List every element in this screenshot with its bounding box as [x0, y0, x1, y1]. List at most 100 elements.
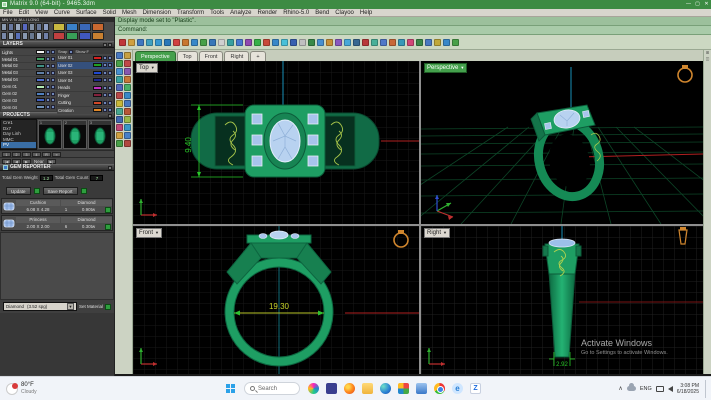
thumbnail-tab[interactable]: 2 — [64, 121, 86, 125]
right-toolbar-strip[interactable]: ⊞◫ — [703, 50, 711, 374]
toolbar-icon[interactable] — [389, 39, 396, 46]
layer-color-swatch[interactable] — [93, 78, 102, 82]
toolbar-icon[interactable] — [116, 116, 123, 123]
layer-row[interactable]: Heads — [57, 84, 113, 91]
tool-icon[interactable] — [29, 32, 35, 40]
layer-lock-toggle[interactable] — [108, 63, 112, 67]
viewport-tab[interactable]: Front — [199, 51, 224, 61]
menu-item[interactable]: Render — [255, 10, 281, 16]
layer-color-swatch[interactable] — [36, 98, 45, 102]
layer-color-swatch[interactable] — [93, 101, 102, 105]
panel-button[interactable] — [108, 166, 112, 170]
layer-color-swatch[interactable] — [93, 108, 102, 112]
front-view-canvas[interactable]: 19.30 — [133, 226, 419, 374]
toolbar-icon[interactable] — [398, 39, 405, 46]
project-list-item[interactable]: KHOI THU — [1, 148, 36, 151]
layer-row[interactable]: Gem 04 — [1, 104, 56, 110]
toolbar-icon[interactable] — [263, 39, 270, 46]
toolbar-icon[interactable] — [116, 52, 123, 59]
layer-toggle[interactable] — [103, 56, 107, 60]
layer-lock-toggle[interactable] — [51, 71, 55, 75]
tool-icon[interactable] — [53, 32, 65, 40]
toolbar-icon[interactable] — [124, 60, 131, 67]
toolbar-icon[interactable] — [218, 39, 225, 46]
toolbar-icon[interactable] — [116, 108, 123, 115]
toolbar-icon[interactable] — [362, 39, 369, 46]
layer-lock-toggle[interactable] — [51, 85, 55, 89]
toolbar-icon[interactable] — [116, 100, 123, 107]
viewport-tab[interactable]: Top — [177, 51, 198, 61]
toolbar-icon[interactable] — [124, 68, 131, 75]
layer-color-swatch[interactable] — [36, 85, 45, 89]
taskbar-app-icon[interactable] — [380, 383, 391, 394]
menu-item[interactable]: Bend — [312, 10, 332, 16]
tool-icon[interactable] — [1, 32, 7, 40]
toolbar-icon[interactable] — [236, 39, 243, 46]
project-thumbnail[interactable]: 2 — [63, 120, 87, 149]
layer-lock-toggle[interactable] — [51, 57, 55, 61]
thumb-button[interactable]: 2 — [12, 152, 21, 157]
viewport-top-label[interactable]: Top▼ — [136, 63, 158, 73]
gem-table-row[interactable]: Princess Diamond 2.00 X 2.00 6 0.30tw — [1, 215, 113, 231]
layer-row[interactable]: Creation — [57, 107, 113, 114]
toolbar-icon[interactable] — [191, 39, 198, 46]
toolbar-icon[interactable] — [416, 39, 423, 46]
tool-icon[interactable] — [79, 32, 91, 40]
layer-lock-toggle[interactable] — [108, 93, 112, 97]
layer-color-swatch[interactable] — [93, 56, 102, 60]
show-desktop-button[interactable] — [705, 380, 707, 398]
tool-icon[interactable] — [92, 32, 104, 40]
toolbar-icon[interactable] — [407, 39, 414, 46]
toolbar-icon[interactable] — [434, 39, 441, 46]
layer-toggle[interactable] — [46, 105, 50, 109]
toolbar-icon[interactable] — [116, 124, 123, 131]
taskbar-clock[interactable]: 3:08 PM 6/18/2025 — [677, 383, 699, 395]
layer-toggle[interactable] — [103, 78, 107, 82]
layer-color-swatch[interactable] — [36, 71, 45, 75]
layer-lock-toggle[interactable] — [51, 92, 55, 96]
tool-icon[interactable] — [8, 32, 14, 40]
layer-lock-toggle[interactable] — [108, 56, 112, 60]
menu-item[interactable]: Tools — [207, 10, 227, 16]
layer-toggle[interactable] — [46, 71, 50, 75]
layer-color-swatch[interactable] — [93, 63, 102, 67]
menu-item[interactable]: Edit — [16, 10, 32, 16]
layer-toggle[interactable] — [46, 92, 50, 96]
tool-icon[interactable] — [36, 32, 42, 40]
layer-toggle[interactable] — [103, 101, 107, 105]
toolbar-icon[interactable] — [299, 39, 306, 46]
layer-color-swatch[interactable] — [36, 78, 45, 82]
toolbar-icon[interactable] — [128, 39, 135, 46]
weather-widget[interactable]: 80°F Cloudy — [6, 382, 226, 395]
taskbar-app-icon[interactable] — [344, 383, 355, 394]
gem-table-row[interactable]: Cushion Diamond 6.08 X 4.28 1 0.90tw — [1, 198, 113, 214]
toolbar-icon[interactable] — [116, 140, 123, 147]
menu-item[interactable]: Analyze — [227, 10, 254, 16]
toolbar-icon[interactable] — [335, 39, 342, 46]
menu-item[interactable]: Help — [357, 10, 375, 16]
layer-row[interactable]: Metal 01 — [1, 56, 56, 62]
layer-lock-toggle[interactable] — [108, 78, 112, 82]
layer-color-swatch[interactable] — [36, 64, 45, 68]
layer-toggle[interactable] — [103, 63, 107, 67]
layer-lock-toggle[interactable] — [51, 98, 55, 102]
tool-icon[interactable] — [43, 23, 49, 31]
layer-row[interactable]: User 03 — [57, 69, 113, 76]
tool-icon[interactable] — [15, 32, 21, 40]
taskbar-app-icon[interactable] — [326, 383, 337, 394]
viewport-right-label[interactable]: Right▼ — [424, 228, 450, 238]
toolbar-icon[interactable] — [124, 76, 131, 83]
viewport-front[interactable]: Front▼ 19.30 — [133, 226, 419, 374]
toolbar-icon[interactable] — [137, 39, 144, 46]
toolbar-icon[interactable] — [425, 39, 432, 46]
thumb-button[interactable]: ≡ — [52, 152, 61, 157]
toolbar-icon[interactable] — [272, 39, 279, 46]
layer-row[interactable]: Gem 03 — [1, 97, 56, 103]
layer-row[interactable]: Metal 03 — [1, 70, 56, 76]
nav-prev-button[interactable]: ◀ — [12, 159, 21, 164]
search-box[interactable]: Search — [244, 382, 300, 395]
toolbar-icon[interactable] — [116, 132, 123, 139]
project-thumbnail[interactable]: 3 — [88, 120, 112, 149]
layer-color-swatch[interactable] — [36, 92, 45, 96]
layer-lock-toggle[interactable] — [108, 71, 112, 75]
